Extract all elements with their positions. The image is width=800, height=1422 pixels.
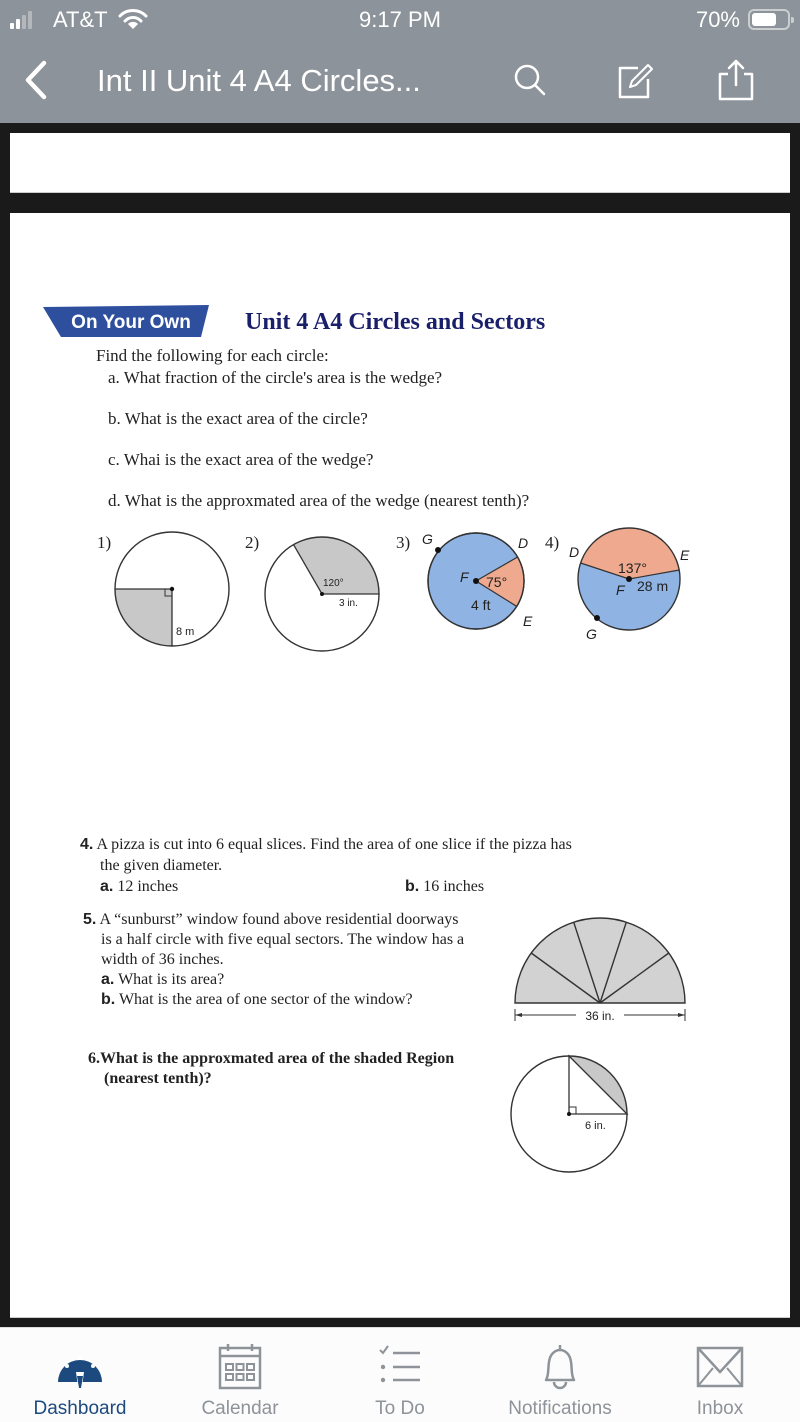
search-icon[interactable] [508,57,552,103]
problem-5-line-2: is a half circle with five equal sectors… [101,931,465,948]
share-icon[interactable] [714,57,758,103]
problem-4-line-1: 4. A pizza is cut into 6 equal slices. F… [80,835,572,855]
label-g: G [422,531,433,547]
point-g [594,615,600,621]
calendar-icon [218,1344,262,1390]
tab-label: Inbox [696,1398,744,1419]
part-a-text: What is its area? [118,971,225,988]
back-chevron-icon[interactable] [18,57,58,103]
tab-label: Calendar [201,1398,279,1419]
figure-4-sector-137: D E F G 137° 28 m [569,527,690,642]
figure-3-radius: 4 ft [471,597,491,613]
problem-6-radius: 6 in. [585,1120,606,1132]
point-g [435,547,441,553]
problem-4-text: A pizza is cut into 6 equal slices. Find… [96,836,572,853]
instructions-intro: Find the following for each circle: [96,346,329,365]
problem-6-line-2: (nearest tenth)? [104,1070,212,1087]
tab-notifications[interactable]: Notifications [480,1328,640,1422]
top-bar: AT&T 9:17 PM 70% Int II Unit 4 A4 Circle… [0,0,800,123]
figure-3-angle: 75° [486,574,507,590]
part-b-label: b. [101,991,116,1008]
status-time: 9:17 PM [359,7,441,32]
label-f: F [460,569,470,585]
figure-4-angle: 137° [618,560,647,576]
figure-2-label: 2) [245,533,260,552]
tab-label: Notifications [508,1398,612,1419]
window-width-label: 36 in. [585,1009,614,1023]
figure-1-radius: 8 m [176,626,194,638]
bell-icon [544,1345,576,1390]
sunburst-window-figure: 36 in. [514,917,686,1023]
part-b-text: What is the area of one sector of the wi… [118,991,413,1008]
annotate-icon[interactable] [614,57,658,103]
tab-dashboard[interactable]: Dashboard [0,1328,160,1422]
tab-to-do[interactable]: To Do [320,1328,480,1422]
tab-calendar[interactable]: Calendar [160,1328,320,1422]
dashboard-icon [58,1356,102,1388]
envelope-icon [696,1346,744,1388]
question-d: d. What is the approxmated area of the w… [108,491,530,510]
part-b-label: b. [405,878,420,895]
tab-label: Dashboard [33,1398,127,1419]
figure-2-sector-120: 120° 3 in. [264,536,380,652]
problem-4-line-2: the given diameter. [100,857,223,874]
battery-icon [748,9,794,30]
status-bar: AT&T 9:17 PM 70% [0,0,800,40]
tab-label: To Do [375,1398,425,1419]
label-d: D [518,535,528,551]
problem-4-part-a: a. 12 inches [100,877,178,897]
problem-5-number: 5. [83,911,97,928]
figure-1-quarter-circle: 8 m [114,531,230,647]
figure-4-radius: 28 m [637,578,668,594]
previous-page[interactable] [10,133,790,193]
document-title: Int II Unit 4 A4 Circles... [97,63,421,98]
problem-6-circle-figure: 6 in. [510,1054,629,1173]
problem-5-line-3: width of 36 inches. [101,951,224,968]
part-b-text: 16 inches [423,878,485,895]
figure-3-label: 3) [396,533,411,552]
battery-percent: 70% [695,7,740,32]
problem-5-line-1: 5. A “sunburst” window found above resid… [83,910,459,930]
problem-5-text: A “sunburst” window found above resident… [99,911,459,928]
question-b: b. What is the exact area of the circle? [108,409,368,428]
figure-2-radius: 3 in. [339,598,358,609]
bottom-tab-bar: Dashboard Calendar To Do Notifications I… [0,1327,800,1422]
part-a-label: a. [100,878,114,895]
part-a-label: a. [101,971,115,988]
problem-6-line-1: 6.What is the approxmated area of the sh… [88,1050,455,1067]
todo-list-icon [379,1345,420,1383]
shaded-wedge [115,589,172,646]
document-page[interactable]: On Your Own Unit 4 A4 Circles and Sector… [10,213,790,1318]
label-f: F [616,582,626,598]
label-e: E [523,613,533,629]
part-a-text: 12 inches [117,878,179,895]
problem-4-part-b: b. 16 inches [405,877,484,897]
tab-inbox[interactable]: Inbox [640,1328,800,1422]
worksheet-title: Unit 4 A4 Circles and Sectors [245,309,546,335]
figure-3-sector-75: G D F E 75° 4 ft [422,531,533,630]
label-g: G [586,626,597,642]
question-c: c. Whai is the exact area of the wedge? [108,450,374,469]
figure-4-label: 4) [545,533,560,552]
label-e: E [680,547,690,563]
problem-4-number: 4. [80,836,94,853]
navigation-bar: Int II Unit 4 A4 Circles... [0,45,800,115]
question-a: a. What fraction of the circle's area is… [108,368,443,387]
problem-5-part-b: b. What is the area of one sector of the… [101,990,413,1010]
battery-level-fill [752,13,776,26]
on-your-own-badge: On Your Own [43,305,209,337]
badge-label: On Your Own [71,312,191,333]
figure-2-angle: 120° [323,578,344,589]
problem-5-part-a: a. What is its area? [101,970,224,990]
label-d: D [569,544,579,560]
